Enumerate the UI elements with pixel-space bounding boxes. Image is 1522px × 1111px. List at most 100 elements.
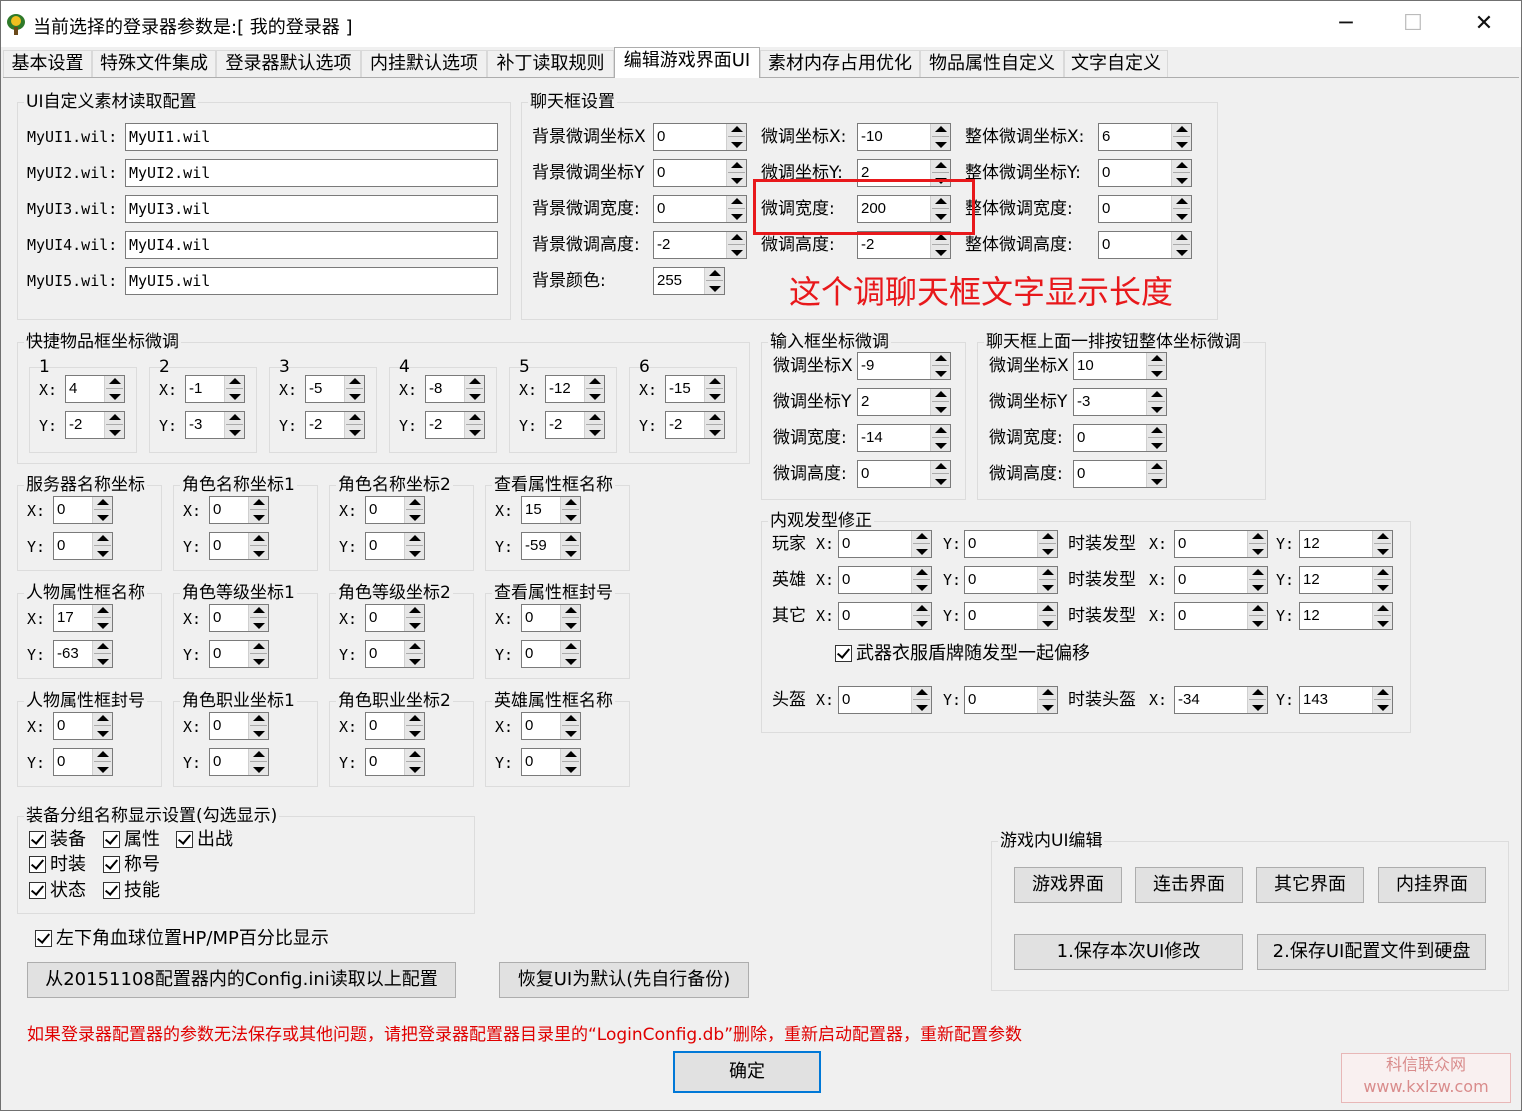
down-arrow-icon[interactable] xyxy=(97,731,109,737)
spin-value[interactable]: 6 xyxy=(1102,124,1110,150)
spin-value[interactable]: -2 xyxy=(861,232,874,258)
coord-y-spin[interactable]: -59 xyxy=(521,532,581,560)
down-arrow-icon[interactable] xyxy=(97,551,109,557)
save-ui-button[interactable]: 1.保存本次UI修改 xyxy=(1014,934,1243,970)
coord-x-spin[interactable]: 0 xyxy=(521,604,581,632)
spin-arrows[interactable] xyxy=(1037,603,1057,629)
helmet-row-fashion-x-spin[interactable]: -34 xyxy=(1174,686,1268,714)
coord-x-spin[interactable]: 0 xyxy=(521,712,581,740)
down-arrow-icon[interactable] xyxy=(731,142,743,148)
spin-arrows[interactable] xyxy=(560,641,580,667)
spin-arrows[interactable] xyxy=(464,376,484,402)
spin-value[interactable]: 0 xyxy=(369,713,377,739)
game-ui-button[interactable]: 游戏界面 xyxy=(1014,867,1122,903)
quick-y-spin[interactable]: -2 xyxy=(665,411,725,439)
coord-x-spin[interactable]: 17 xyxy=(53,604,113,632)
down-arrow-icon[interactable] xyxy=(469,430,481,436)
down-arrow-icon[interactable] xyxy=(916,621,928,627)
quick-x-spin[interactable]: -1 xyxy=(185,375,245,403)
spin-value[interactable]: 17 xyxy=(57,605,74,631)
tab-text[interactable]: 文字自定义 xyxy=(1064,50,1168,77)
hair-row-fashion-y-spin[interactable]: 12 xyxy=(1299,566,1393,594)
up-arrow-icon[interactable] xyxy=(229,378,241,384)
down-arrow-icon[interactable] xyxy=(1151,443,1163,449)
down-arrow-icon[interactable] xyxy=(565,551,577,557)
save-ui-disk-button[interactable]: 2.保存UI配置文件到硬盘 xyxy=(1257,934,1486,970)
up-arrow-icon[interactable] xyxy=(565,751,577,757)
coord-y-spin[interactable]: 0 xyxy=(209,532,269,560)
up-arrow-icon[interactable] xyxy=(1042,569,1054,575)
hair-row-y-spin[interactable]: 0 xyxy=(964,566,1058,594)
spin-arrows[interactable] xyxy=(404,713,424,739)
down-arrow-icon[interactable] xyxy=(1377,585,1389,591)
close-button[interactable]: ✕ xyxy=(1449,1,1519,47)
down-arrow-icon[interactable] xyxy=(565,623,577,629)
spin-value[interactable]: 0 xyxy=(842,567,850,593)
chat-adjust-spin[interactable]: -2 xyxy=(857,231,951,259)
spin-value[interactable]: 0 xyxy=(525,749,533,775)
up-arrow-icon[interactable] xyxy=(1176,162,1188,168)
chatbtn-adjust-spin[interactable]: -3 xyxy=(1073,388,1167,416)
spin-value[interactable]: -3 xyxy=(1077,389,1090,415)
up-arrow-icon[interactable] xyxy=(731,162,743,168)
spin-value[interactable]: 2 xyxy=(861,389,869,415)
spin-arrows[interactable] xyxy=(248,749,268,775)
spin-arrows[interactable] xyxy=(1247,531,1267,557)
checkbox-box[interactable] xyxy=(29,856,46,873)
spin-value[interactable]: 0 xyxy=(968,687,976,713)
hair-row-fashion-x-spin[interactable]: 0 xyxy=(1174,566,1268,594)
up-arrow-icon[interactable] xyxy=(409,499,421,505)
up-arrow-icon[interactable] xyxy=(253,607,265,613)
spin-arrows[interactable] xyxy=(911,567,931,593)
hair-row-fashion-x-spin[interactable]: 0 xyxy=(1174,530,1268,558)
up-arrow-icon[interactable] xyxy=(253,751,265,757)
down-arrow-icon[interactable] xyxy=(97,623,109,629)
up-arrow-icon[interactable] xyxy=(97,643,109,649)
down-arrow-icon[interactable] xyxy=(97,515,109,521)
quick-x-spin[interactable]: -5 xyxy=(305,375,365,403)
chatbtn-adjust-spin[interactable]: 10 xyxy=(1073,352,1167,380)
chatbtn-adjust-spin[interactable]: 0 xyxy=(1073,424,1167,452)
coord-y-spin[interactable]: 0 xyxy=(365,532,425,560)
up-arrow-icon[interactable] xyxy=(97,751,109,757)
down-arrow-icon[interactable] xyxy=(916,585,928,591)
spin-value[interactable]: 4 xyxy=(69,376,77,402)
spin-value[interactable]: -2 xyxy=(309,412,322,438)
down-arrow-icon[interactable] xyxy=(1252,585,1264,591)
coord-x-spin[interactable]: 0 xyxy=(365,496,425,524)
spin-arrows[interactable] xyxy=(248,713,268,739)
coord-x-spin[interactable]: 0 xyxy=(53,712,113,740)
chat-bg-spin[interactable]: 0 xyxy=(653,159,747,187)
spin-value[interactable]: 0 xyxy=(525,713,533,739)
spin-arrows[interactable] xyxy=(930,353,950,379)
down-arrow-icon[interactable] xyxy=(916,705,928,711)
chat-bg-spin[interactable]: 255 xyxy=(653,267,725,295)
down-arrow-icon[interactable] xyxy=(709,394,721,400)
spin-arrows[interactable] xyxy=(404,641,424,667)
up-arrow-icon[interactable] xyxy=(1252,569,1264,575)
spin-value[interactable]: 0 xyxy=(1178,603,1186,629)
spin-arrows[interactable] xyxy=(92,497,112,523)
spin-arrows[interactable] xyxy=(404,749,424,775)
spin-value[interactable]: -9 xyxy=(861,353,874,379)
up-arrow-icon[interactable] xyxy=(97,499,109,505)
spin-arrows[interactable] xyxy=(726,124,746,150)
quick-x-spin[interactable]: -12 xyxy=(545,375,605,403)
spin-value[interactable]: 0 xyxy=(968,567,976,593)
up-arrow-icon[interactable] xyxy=(253,499,265,505)
up-arrow-icon[interactable] xyxy=(253,535,265,541)
spin-arrows[interactable] xyxy=(1146,389,1166,415)
down-arrow-icon[interactable] xyxy=(731,214,743,220)
spin-value[interactable]: 0 xyxy=(213,749,221,775)
ui-file-input[interactable]: MyUI2.wil xyxy=(125,159,498,187)
spin-arrows[interactable] xyxy=(1247,603,1267,629)
up-arrow-icon[interactable] xyxy=(409,643,421,649)
spin-value[interactable]: 0 xyxy=(57,533,65,559)
up-arrow-icon[interactable] xyxy=(916,689,928,695)
spin-arrows[interactable] xyxy=(1146,425,1166,451)
spin-value[interactable]: 0 xyxy=(213,713,221,739)
spin-value[interactable]: -2 xyxy=(549,412,562,438)
up-arrow-icon[interactable] xyxy=(565,715,577,721)
other-ui-button[interactable]: 其它界面 xyxy=(1256,867,1364,903)
spin-arrows[interactable] xyxy=(248,605,268,631)
